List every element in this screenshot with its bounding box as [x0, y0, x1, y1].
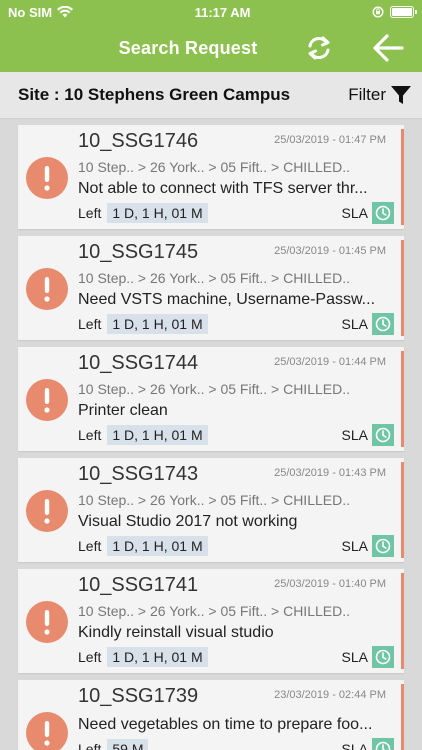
sla-indicator: SLA	[342, 646, 394, 668]
left-label: Left	[78, 205, 102, 221]
request-date: 25/03/2019 - 01:47 PM	[274, 134, 386, 146]
site-label: Site :	[18, 85, 65, 104]
priority-accent-bar	[401, 351, 404, 447]
priority-accent-bar	[401, 462, 404, 558]
site-bar: Site : 10 Stephens Green Campus Filter	[0, 72, 422, 119]
orientation-lock-icon	[372, 6, 384, 18]
sla-label: SLA	[341, 427, 368, 443]
request-card[interactable]: 10_SSG1741 25/03/2019 - 01:40 PM 10 Step…	[18, 569, 404, 673]
back-arrow-icon[interactable]	[372, 33, 404, 63]
sla-indicator: SLA	[342, 202, 394, 224]
app-screen: No SIM 11:17 AM Search Request Site: 10…	[0, 0, 422, 750]
left-value: 1 D, 1 H, 01 M	[107, 425, 208, 445]
time-left: Left 1 D, 1 H, 01 M	[78, 536, 208, 556]
status-bar: No SIM 11:17 AM	[0, 0, 422, 24]
location-path: 10 Step.. > 26 York.. > 05 Fift.. > CHIL…	[78, 381, 350, 397]
request-id: 10_SSG1743	[78, 463, 199, 485]
left-value: 1 D, 1 H, 01 M	[107, 203, 208, 223]
location-path: 10 Step.. > 26 York.. > 05 Fift.. > CHIL…	[78, 492, 350, 508]
sla-label: SLA	[341, 538, 368, 554]
refresh-icon[interactable]	[304, 34, 334, 62]
request-description: Kindly reinstall visual studio	[78, 624, 274, 641]
sla-indicator: SLA	[342, 313, 394, 335]
sla-indicator: SLA	[342, 535, 394, 557]
site-text: Site : 10 Stephens Green Campus	[18, 85, 290, 105]
alert-exclamation-icon	[26, 490, 68, 532]
left-label: Left	[78, 427, 102, 443]
alert-exclamation-icon	[26, 712, 68, 750]
sla-indicator: SLA	[342, 738, 394, 750]
time-left: Left 1 D, 1 H, 01 M	[78, 425, 208, 445]
alert-exclamation-icon	[26, 601, 68, 643]
clock-icon	[372, 646, 394, 668]
request-id: 10_SSG1744	[78, 352, 199, 374]
sla-label: SLA	[341, 316, 368, 332]
left-value: 1 D, 1 H, 01 M	[107, 536, 208, 556]
alert-exclamation-icon	[26, 268, 68, 310]
sla-label: SLA	[341, 649, 368, 665]
status-time: 11:17 AM	[194, 4, 251, 20]
location-path: 10 Step.. > 26 York.. > 05 Fift.. > CHIL…	[78, 603, 350, 619]
priority-accent-bar	[401, 573, 404, 669]
location-path: 10 Step.. > 26 York.. > 05 Fift.. > CHIL…	[78, 159, 350, 175]
time-left: Left 59 M	[78, 739, 149, 750]
time-left: Left 1 D, 1 H, 01 M	[78, 314, 208, 334]
priority-accent-bar	[401, 240, 404, 336]
left-label: Left	[78, 316, 102, 332]
left-label: Left	[78, 538, 102, 554]
request-card[interactable]: 10_SSG1744 25/03/2019 - 01:44 PM 10 Step…	[18, 347, 404, 451]
time-left: Left 1 D, 1 H, 01 M	[78, 647, 208, 667]
request-id: 10_SSG1741	[78, 574, 199, 596]
alert-exclamation-icon	[26, 157, 68, 199]
alert-exclamation-icon	[26, 379, 68, 421]
wifi-icon	[57, 6, 74, 18]
filter-label: Filter	[348, 85, 386, 104]
header: Search Request	[0, 24, 422, 72]
request-date: 25/03/2019 - 01:43 PM	[274, 467, 386, 479]
clock-icon	[372, 738, 394, 750]
request-date: 25/03/2019 - 01:45 PM	[274, 245, 386, 257]
request-description: Need VSTS machine, Username-Passw...	[78, 291, 376, 308]
request-card[interactable]: 10_SSG1743 25/03/2019 - 01:43 PM 10 Step…	[18, 458, 404, 562]
clock-icon	[372, 313, 394, 335]
request-card[interactable]: 10_SSG1746 25/03/2019 - 01:47 PM 10 Step…	[18, 125, 404, 229]
status-right	[372, 6, 417, 18]
clock-icon	[372, 202, 394, 224]
page-title: Search Request	[118, 37, 258, 58]
request-date: 25/03/2019 - 01:44 PM	[274, 356, 386, 368]
battery-icon	[389, 6, 417, 18]
left-value: 1 D, 1 H, 01 M	[107, 647, 208, 667]
clock-icon	[372, 535, 394, 557]
request-description: Visual Studio 2017 not working	[78, 513, 298, 530]
left-value: 1 D, 1 H, 01 M	[107, 314, 208, 334]
priority-accent-bar	[401, 684, 404, 750]
request-description: Not able to connect with TFS server thr.…	[78, 180, 368, 197]
request-id: 10_SSG1745	[78, 241, 199, 263]
left-label: Left	[78, 649, 102, 665]
status-left: No SIM	[8, 4, 74, 20]
site-value: 10 Stephens Green Campus	[64, 85, 291, 104]
carrier-text: No SIM	[8, 4, 53, 20]
filter-button[interactable]: Filter	[348, 84, 412, 106]
request-card[interactable]: 10_SSG1739 23/03/2019 - 02:44 PM Need ve…	[18, 680, 404, 750]
sla-indicator: SLA	[342, 424, 394, 446]
request-description: Printer clean	[78, 402, 168, 419]
location-path: 10 Step.. > 26 York.. > 05 Fift.. > CHIL…	[78, 270, 350, 286]
request-description: Need vegetables on time to prepare foo..…	[78, 716, 373, 733]
left-label: Left	[78, 741, 102, 750]
request-id: 10_SSG1739	[78, 685, 199, 707]
request-date: 23/03/2019 - 02:44 PM	[274, 689, 386, 701]
request-date: 25/03/2019 - 01:40 PM	[274, 578, 386, 590]
funnel-icon	[391, 86, 411, 104]
request-list: 10_SSG1746 25/03/2019 - 01:47 PM 10 Step…	[0, 119, 422, 750]
priority-accent-bar	[401, 129, 404, 225]
sla-label: SLA	[341, 205, 368, 221]
clock-icon	[372, 424, 394, 446]
request-card[interactable]: 10_SSG1745 25/03/2019 - 01:45 PM 10 Step…	[18, 236, 404, 340]
time-left: Left 1 D, 1 H, 01 M	[78, 203, 208, 223]
sla-label: SLA	[341, 741, 368, 750]
left-value: 59 M	[107, 739, 149, 750]
request-id: 10_SSG1746	[78, 130, 199, 152]
top-bar: No SIM 11:17 AM Search Request	[0, 0, 422, 72]
